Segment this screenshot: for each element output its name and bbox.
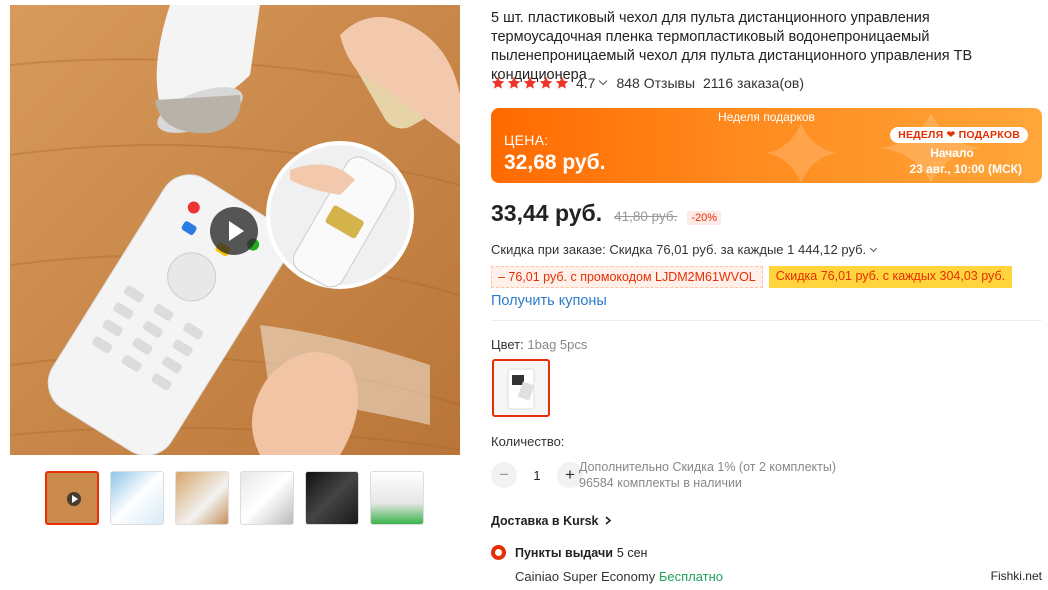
quantity-label: Количество: [491,434,565,449]
pickup-radio[interactable] [491,545,506,560]
rating-value: 4.7 [576,75,596,91]
chevron-down-icon[interactable] [599,76,608,86]
quantity-decrease-button[interactable]: − [491,462,517,488]
quantity-value[interactable]: 1 [517,468,557,483]
product-title: 5 шт. пластиковый чехол для пульта диста… [491,10,973,83]
pickup-option[interactable]: Пункты выдачи 5 сен [491,545,647,560]
thumbnail-1[interactable] [45,471,99,525]
promo-price: 32,68 руб. [504,151,606,174]
thumbnail-6[interactable] [370,471,424,525]
rating-row: 4.7 848 Отзывы 2116 заказа(ов) [491,75,804,91]
order-discount[interactable]: Скидка при заказе: Скидка 76,01 руб. за … [491,242,878,257]
extra-discount-text: Дополнительно Скидка 1% (от 2 комплекты) [579,460,837,474]
chevron-right-icon [605,516,612,525]
star-icon [491,76,505,89]
pickup-label: Пункты выдачи [515,545,613,560]
color-label: Цвет: 1bag 5pcs [491,337,587,352]
shipping-method: Cainiao Super Economy Бесплатно [515,569,723,584]
thumbnail-3[interactable] [175,471,229,525]
get-coupons-link[interactable]: Получить купоны [491,293,607,309]
promo-code-coupon[interactable]: – 76,01 руб. с промокодом LJDM2M61WVOL [491,266,763,288]
quantity-stepper: − 1 + [491,462,583,488]
quantity-info: Дополнительно Скидка 1% (от 2 комплекты)… [579,460,836,491]
chevron-down-icon [870,244,878,253]
watermark: Fishki.net [990,569,1042,583]
star-rating [491,76,569,90]
color-swatch-1bag-5pcs[interactable] [492,359,550,417]
store-discount-coupon[interactable]: Скидка 76,01 руб. с каждых 304,03 руб. [768,266,1013,288]
current-price: 33,44 руб. [491,200,603,226]
play-video-button[interactable] [210,207,258,255]
pickup-time: 5 сен [616,545,648,560]
stock-text: 96584 комплекты в наличии [579,475,742,490]
price-row: 33,44 руб. 41,80 руб. -20% [491,200,722,227]
delivery-location-link[interactable]: Доставка в Kursk [491,514,612,528]
thumbnail-5[interactable] [305,471,359,525]
thumbnail-2[interactable] [110,471,164,525]
promo-badge: НЕДЕЛЯ ❤ ПОДАРКОВ [890,127,1028,143]
divider [491,320,1042,321]
orders-count: 2116 заказа(ов) [703,75,805,91]
shipping-cost: Бесплатно [658,569,724,584]
thumbnail-strip [45,471,424,525]
main-product-image[interactable] [10,5,460,455]
delivery-title: Доставка в Kursk [491,514,599,528]
star-icon [523,76,537,89]
star-icon [507,76,521,89]
old-price: 41,80 руб. [614,209,678,224]
play-icon [229,221,244,241]
promo-start-label: Начало [930,146,974,160]
play-icon [67,492,81,506]
color-value: 1bag 5pcs [527,337,588,352]
product-page: 5 шт. пластиковый чехол для пульта диста… [0,0,1048,590]
promo-banner: Неделя подарков ЦЕНА: 32,68 руб. НЕДЕЛЯ … [491,108,1042,183]
color-label-text: Цвет: [491,337,524,352]
promo-price-label: ЦЕНА: [504,132,549,148]
carrier-name: Cainiao Super Economy [515,569,656,584]
promo-start-date: 23 авг., 10:00 (МСК) [909,162,1022,176]
coupon-row: – 76,01 руб. с промокодом LJDM2M61WVOL С… [491,266,1013,288]
swatch-image [494,361,548,415]
promo-event-title: Неделя подарков [718,110,815,124]
star-icon [555,76,569,89]
reviews-link[interactable]: 848 Отзывы [616,75,695,91]
thumbnail-4[interactable] [240,471,294,525]
star-icon [539,76,553,89]
discount-badge: -20% [687,211,722,225]
order-discount-text: Скидка при заказе: Скидка 76,01 руб. за … [491,242,867,257]
